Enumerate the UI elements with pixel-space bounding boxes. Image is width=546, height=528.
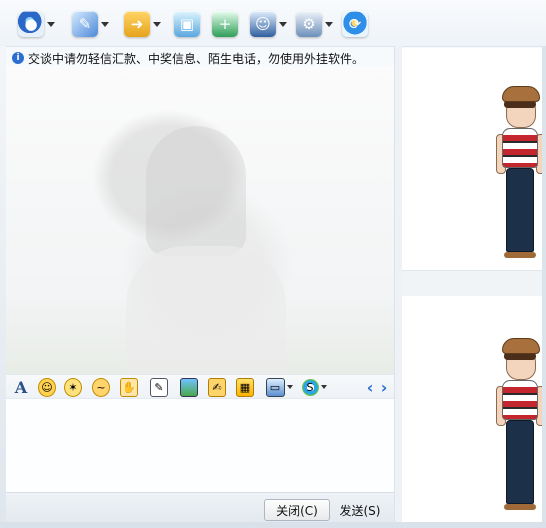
prev-icon: ‹ xyxy=(366,377,374,397)
webcam-icon: ● xyxy=(18,11,44,37)
voice-call-button[interactable]: ✎ xyxy=(72,10,109,38)
chevron-down-icon[interactable] xyxy=(47,21,55,27)
chat-toolbar: ● ✎ ➜ ▣ + ☺ ⚙ ⟳ xyxy=(0,0,546,47)
emoji-smile-icon: ☺ xyxy=(38,377,56,397)
share-button[interactable]: ⟳ xyxy=(342,10,368,38)
action-bar: 关闭(C) 发送(S) xyxy=(6,492,394,523)
font-button[interactable]: A xyxy=(12,377,30,397)
gesture-icon: ✋ xyxy=(120,377,138,397)
emoji-button[interactable]: ☺ xyxy=(38,377,56,397)
share-refresh-icon: ⟳ xyxy=(342,11,368,37)
message-input[interactable] xyxy=(6,398,394,493)
screenshot-window-icon: ▣ xyxy=(174,11,200,37)
show-panel-separator xyxy=(402,270,542,298)
message-history[interactable] xyxy=(6,66,394,374)
send-image-button[interactable] xyxy=(180,377,198,397)
user-profile-icon: ☺ xyxy=(250,11,276,37)
chevron-down-icon[interactable] xyxy=(325,21,333,27)
shake-icon: ~ xyxy=(92,377,110,397)
profile-button[interactable]: ☺ xyxy=(250,10,287,38)
webcam-button[interactable]: ● xyxy=(18,10,55,38)
contact-show-panel xyxy=(402,48,546,270)
info-icon: i xyxy=(12,52,24,64)
screen-capture-button[interactable]: ▭ xyxy=(264,377,294,397)
image-icon xyxy=(180,377,198,397)
create-group-icon: + xyxy=(212,11,238,37)
security-notice: i 交谈中请勿轻信汇款、中奖信息、陌生电话，勿使用外挂软件。 xyxy=(12,50,390,66)
apps-button[interactable]: ⚙ xyxy=(296,10,333,38)
create-discussion-button[interactable]: + xyxy=(212,10,238,38)
send-file-button[interactable]: ➜ xyxy=(124,10,161,38)
gesture-button[interactable]: ✋ xyxy=(120,377,138,397)
avatar-feet xyxy=(504,252,536,258)
remote-assist-button[interactable]: ▣ xyxy=(174,10,200,38)
doodle-icon: ✍ xyxy=(208,377,226,397)
close-button[interactable]: 关闭(C) xyxy=(264,499,330,521)
chevron-down-icon[interactable] xyxy=(101,21,109,27)
music-button[interactable]: S xyxy=(300,378,328,396)
screen-capture-icon: ▭ xyxy=(265,377,285,397)
doodle-button[interactable]: ✍ xyxy=(208,377,226,397)
chevron-down-icon[interactable] xyxy=(153,21,161,27)
magic-face-icon: ✶ xyxy=(64,377,82,397)
gift-icon: ▦ xyxy=(236,377,254,397)
edit-button[interactable]: ✎ xyxy=(150,377,168,397)
folder-transfer-icon: ➜ xyxy=(124,11,150,37)
avatar-pants xyxy=(506,168,534,252)
contact-avatar[interactable] xyxy=(496,86,546,262)
window-right-edge xyxy=(542,46,546,528)
next-icon: › xyxy=(380,377,388,397)
edit-doodle-icon: ✎ xyxy=(150,377,168,397)
magic-face-button[interactable]: ✶ xyxy=(64,377,82,397)
avatar-shirt xyxy=(502,380,538,420)
next-button[interactable]: › xyxy=(378,377,390,397)
avatar-hat xyxy=(502,338,540,354)
chevron-down-icon[interactable] xyxy=(279,21,287,27)
my-show-panel xyxy=(402,296,546,522)
microphone-icon: ✎ xyxy=(72,11,98,37)
chevron-down-icon[interactable] xyxy=(320,385,327,389)
send-button[interactable]: 发送(S) xyxy=(332,499,388,521)
avatar-pants xyxy=(506,420,534,504)
my-avatar[interactable] xyxy=(496,338,546,514)
prev-button[interactable]: ‹ xyxy=(364,377,376,397)
window-bottom-edge xyxy=(0,522,546,528)
music-icon: S xyxy=(301,378,319,396)
security-notice-text: 交谈中请勿轻信汇款、中奖信息、陌生电话，勿使用外挂软件。 xyxy=(28,51,365,66)
avatar-feet xyxy=(504,504,536,510)
app-settings-icon: ⚙ xyxy=(296,11,322,37)
gift-button[interactable]: ▦ xyxy=(236,377,254,397)
background-photo-body xyxy=(126,246,286,374)
font-icon: A xyxy=(14,377,28,397)
avatar-hat xyxy=(502,86,540,102)
avatar-shirt xyxy=(502,128,538,168)
format-toolbar: A ☺ ✶ ~ ✋ ✎ ✍ ▦ ▭ S ‹ › xyxy=(6,374,394,399)
shake-button[interactable]: ~ xyxy=(92,377,110,397)
chevron-down-icon[interactable] xyxy=(286,385,293,389)
background-photo-person xyxy=(146,126,246,256)
